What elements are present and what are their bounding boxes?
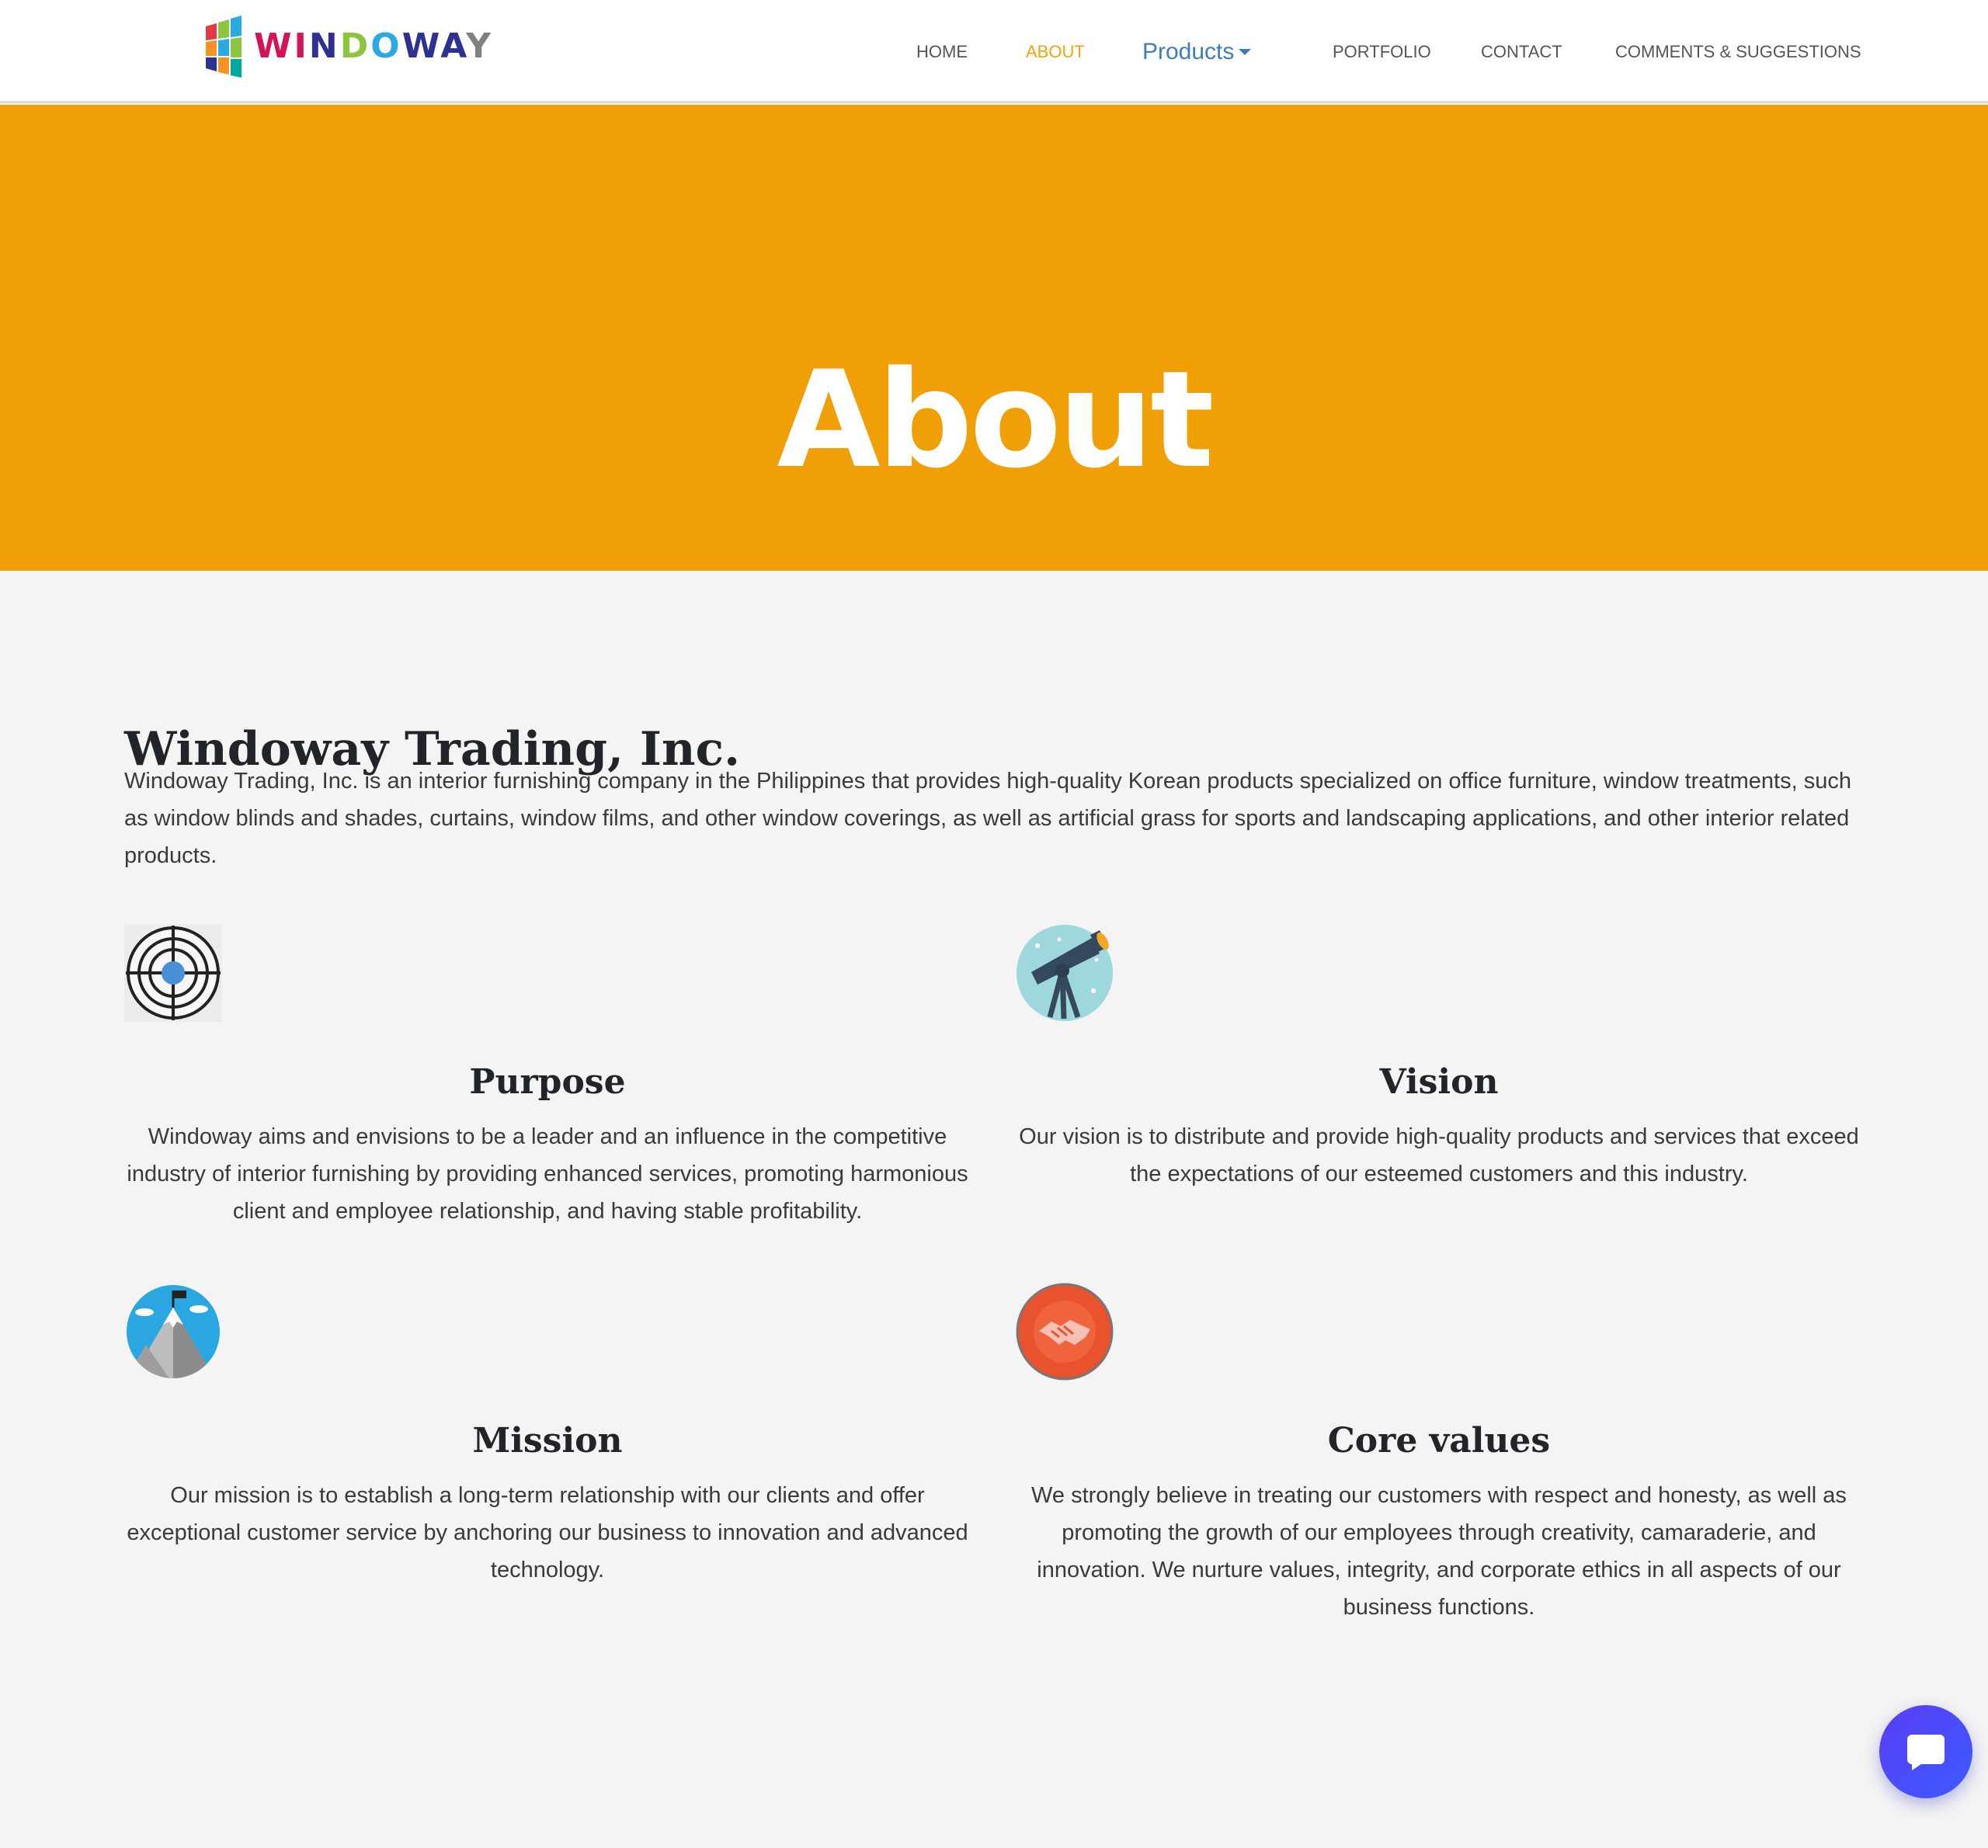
nav-portfolio[interactable]: PORTFOLIO <box>1333 0 1431 103</box>
window-logo-icon <box>206 16 242 78</box>
handshake-icon <box>1016 1283 1114 1381</box>
chat-widget-button[interactable] <box>1879 1705 1972 1798</box>
nav-comments-suggestions[interactable]: COMMENTS & SUGGESTIONS <box>1615 0 1861 103</box>
target-icon <box>124 924 222 1022</box>
hero-banner: About <box>0 105 1988 571</box>
brand-wordmark: WINDOWAY <box>254 30 493 64</box>
brand-letter: W <box>401 26 441 66</box>
brand-letter: D <box>339 26 371 66</box>
nav-products-label: Products <box>1142 39 1235 64</box>
card-purpose-title: Purpose <box>469 1062 626 1102</box>
card-mission-title: Mission <box>472 1421 623 1461</box>
hero-title: About <box>777 342 1214 498</box>
brand-letter: I <box>294 26 309 66</box>
card-vision-text: Our vision is to distribute and provide … <box>1019 1124 1859 1186</box>
telescope-icon <box>1017 925 1113 1021</box>
card-mission-text: Our mission is to establish a long-term … <box>127 1483 968 1582</box>
brand-letter: O <box>370 26 402 66</box>
nav-products-dropdown[interactable]: Products <box>1142 0 1252 103</box>
brand-logo[interactable]: WINDOWAY <box>206 16 493 78</box>
nav-about[interactable]: ABOUT <box>1026 0 1085 103</box>
mountain-flag-icon <box>127 1285 220 1378</box>
card-vision-title: Vision <box>1379 1062 1499 1102</box>
card-core-values-text: We strongly believe in treating our cust… <box>1031 1483 1847 1620</box>
card-core-values-title: Core values <box>1327 1421 1551 1461</box>
brand-letter: A <box>440 26 467 66</box>
chat-bubble-icon <box>1907 1735 1945 1770</box>
brand-letter: Y <box>466 26 493 66</box>
nav-home[interactable]: HOME <box>916 0 968 103</box>
nav-contact[interactable]: CONTACT <box>1481 0 1562 103</box>
card-purpose-text: Windoway aims and envisions to be a lead… <box>127 1124 968 1224</box>
navbar: WINDOWAY HOME ABOUT Products PORTFOLIO C… <box>0 0 1988 103</box>
brand-letter: N <box>308 26 340 66</box>
brand-letter: W <box>254 26 294 66</box>
company-description: Windoway Trading, Inc. is an interior fu… <box>124 769 1851 868</box>
caret-down-icon <box>1239 49 1252 55</box>
